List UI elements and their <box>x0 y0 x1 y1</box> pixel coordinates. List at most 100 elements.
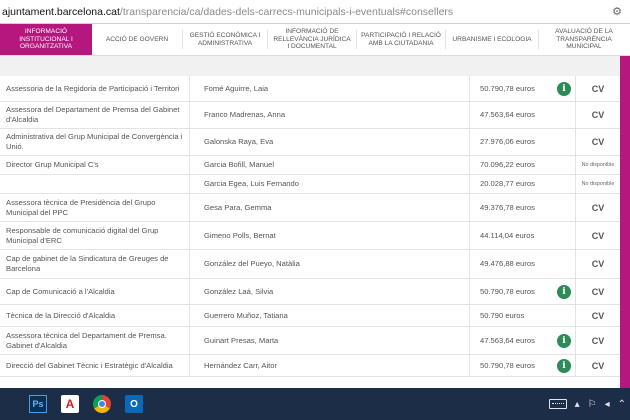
tab-urbanisme[interactable]: URBANISME I ECOLOGIA <box>446 24 538 55</box>
name-cell: Franco Madrenas, Anna <box>190 102 470 128</box>
cv-link[interactable]: CV <box>592 259 605 269</box>
tab-participacio[interactable]: PARTICIPACIÓ I RELACIÓ AMB LA CIUTADANIA <box>357 24 445 55</box>
salary-text: 47.563,64 euros <box>480 110 535 119</box>
role-cell: Assessora del Departament de Premsa del … <box>0 102 190 128</box>
info-icon[interactable]: i <box>557 81 571 96</box>
table-row: Assessoria de la Regidoria de Participac… <box>0 76 620 102</box>
salary-cell: 50.790,78 euros i <box>470 76 576 101</box>
name-cell: González Laá, Silvia <box>190 279 470 304</box>
chrome-icon[interactable] <box>86 388 118 420</box>
table-row: Garcia Egea, Luis Fernando 20.028,77 eur… <box>0 175 620 194</box>
accent-strip <box>620 56 630 388</box>
cv-cell: CV <box>576 327 620 354</box>
flag-icon[interactable]: ⚐ <box>588 399 597 410</box>
windows-taskbar: Ps A O ▴ ⚐ ◂ ⌃ <box>0 388 630 420</box>
table-header-band <box>0 56 620 76</box>
salary-text: 50.790 euros <box>480 310 525 320</box>
tab-informacio-juridica[interactable]: INFORMACIÓ DE RELLEVÀNCIA JURÍDICA I DOC… <box>268 24 356 55</box>
tab-avaluacio[interactable]: AVALUACIÓ DE LA TRANSPARÈNCIA MUNICIPAL <box>539 24 629 55</box>
main-nav: INFORMACIÓ INSTITUCIONAL I ORGANITZATIVA… <box>0 24 630 56</box>
cv-link[interactable]: CV <box>592 231 605 241</box>
salary-text: 44.114,04 euros <box>480 230 535 240</box>
salary-cell: 49.476,88 euros <box>470 250 576 278</box>
cv-cell: CV <box>576 222 620 249</box>
name-cell: Garcia Bofill, Manuel <box>190 156 470 174</box>
cv-link[interactable]: CV <box>592 361 605 371</box>
salary-text: 50.790,78 euros <box>480 83 535 93</box>
volume-icon[interactable]: ◂ <box>605 399 610 410</box>
outlook-glyph: O <box>125 395 143 413</box>
info-icon[interactable]: i <box>557 333 571 348</box>
table-row: Tècnica de la Direcció d'Alcaldia Guerre… <box>0 305 620 327</box>
salary-cell: 27.976,06 euros <box>470 129 576 155</box>
url-path: /transparencia/ca/dades-dels-carrecs-mun… <box>119 5 454 18</box>
info-icon[interactable]: i <box>557 358 571 373</box>
cv-cell: CV <box>576 76 620 101</box>
salary-text: 27.976,06 euros <box>480 137 535 146</box>
role-cell: Cap de gabinet de la Sindicatura de Greu… <box>0 250 190 278</box>
cv-cell: CV <box>576 194 620 221</box>
salary-cell: 49.376,78 euros <box>470 194 576 221</box>
info-icon[interactable]: i <box>557 284 571 299</box>
outlook-icon[interactable]: O <box>118 388 150 420</box>
salary-text: 50.790,78 euros <box>480 286 535 296</box>
table-row: Director Grup Municipal C's Garcia Bofil… <box>0 156 620 175</box>
photoshop-glyph: Ps <box>29 395 47 413</box>
salary-cell: 50.790,78 euros i <box>470 355 576 376</box>
cv-link[interactable]: CV <box>592 110 605 120</box>
role-cell: Assessora tècnica del Departament de Pre… <box>0 327 190 354</box>
table-row: Cap de Comunicació a l'Alcaldia González… <box>0 279 620 305</box>
cv-unavailable: No disponible <box>581 181 615 187</box>
name-cell: Guinart Presas, Marta <box>190 327 470 354</box>
cv-link[interactable]: CV <box>592 137 605 147</box>
role-cell: Assessoria de la Regidoria de Participac… <box>0 76 190 101</box>
url-text[interactable]: ajuntament.barcelona.cat/transparencia/c… <box>0 6 610 18</box>
acrobat-glyph: A <box>61 395 79 413</box>
name-cell: Gimeno Polls, Bernat <box>190 222 470 249</box>
salary-cell: 50.790,78 euros i <box>470 279 576 304</box>
extension-icon[interactable]: ⚙ <box>610 5 624 19</box>
tab-accio-de-govern[interactable]: ACCIÓ DE GOVERN <box>92 24 182 55</box>
start-icon[interactable] <box>0 388 22 420</box>
name-cell: Fomé Aguirre, Laia <box>190 76 470 101</box>
table-row: Assessora del Departament de Premsa del … <box>0 102 620 129</box>
name-cell: Guerrero Muñoz, Tatiana <box>190 305 470 326</box>
cv-link[interactable]: CV <box>592 336 605 346</box>
name-cell: Galonska Raya, Eva <box>190 129 470 155</box>
cv-link[interactable]: CV <box>592 203 605 213</box>
cv-cell: CV <box>576 102 620 128</box>
photoshop-icon[interactable]: Ps <box>22 388 54 420</box>
role-cell <box>0 175 190 193</box>
url-host: ajuntament.barcelona.cat <box>2 5 120 18</box>
salary-cell: 47.563,64 euros i <box>470 327 576 354</box>
tray-chevron-icon[interactable]: ▴ <box>575 399 580 410</box>
cv-cell: No disponible <box>576 156 620 174</box>
network-icon[interactable]: ⌃ <box>618 399 626 410</box>
table-row: Responsable de comunicació digital del G… <box>0 222 620 250</box>
role-cell: Direcció del Gabinet Tècnic i Estratègic… <box>0 355 190 376</box>
name-cell: Gesa Para, Gemma <box>190 194 470 221</box>
salary-text: 20.028,77 euros <box>480 179 535 188</box>
name-cell: González del Pueyo, Natàlia <box>190 250 470 278</box>
cv-link[interactable]: CV <box>592 311 605 321</box>
cv-link[interactable]: CV <box>592 84 605 94</box>
table-row: Administrativa del Grup Municipal de Con… <box>0 129 620 156</box>
cv-unavailable: No disponible <box>581 162 615 168</box>
acrobat-icon[interactable]: A <box>54 388 86 420</box>
role-cell: Tècnica de la Direcció d'Alcaldia <box>0 305 190 326</box>
cv-cell: CV <box>576 355 620 376</box>
salary-cell: 44.114,04 euros <box>470 222 576 249</box>
keyboard-icon[interactable] <box>548 399 567 409</box>
name-cell: Hernández Carr, Aitor <box>190 355 470 376</box>
address-bar[interactable]: ajuntament.barcelona.cat/transparencia/c… <box>0 0 630 24</box>
cv-link[interactable]: CV <box>592 287 605 297</box>
table-row: Cap de gabinet de la Sindicatura de Greu… <box>0 250 620 279</box>
role-cell: Assessora tècnica de Presidència del Gru… <box>0 194 190 221</box>
cv-cell: CV <box>576 129 620 155</box>
salary-text: 49.476,88 euros <box>480 259 535 268</box>
system-tray: ▴ ⚐ ◂ ⌃ <box>548 399 630 410</box>
cv-cell: CV <box>576 279 620 304</box>
tab-gestio-economica[interactable]: GESTIÓ ECONÒMICA I ADMINISTRATIVA <box>183 24 267 55</box>
cv-cell: CV <box>576 305 620 326</box>
tab-informacio-institucional[interactable]: INFORMACIÓ INSTITUCIONAL I ORGANITZATIVA <box>0 24 92 55</box>
